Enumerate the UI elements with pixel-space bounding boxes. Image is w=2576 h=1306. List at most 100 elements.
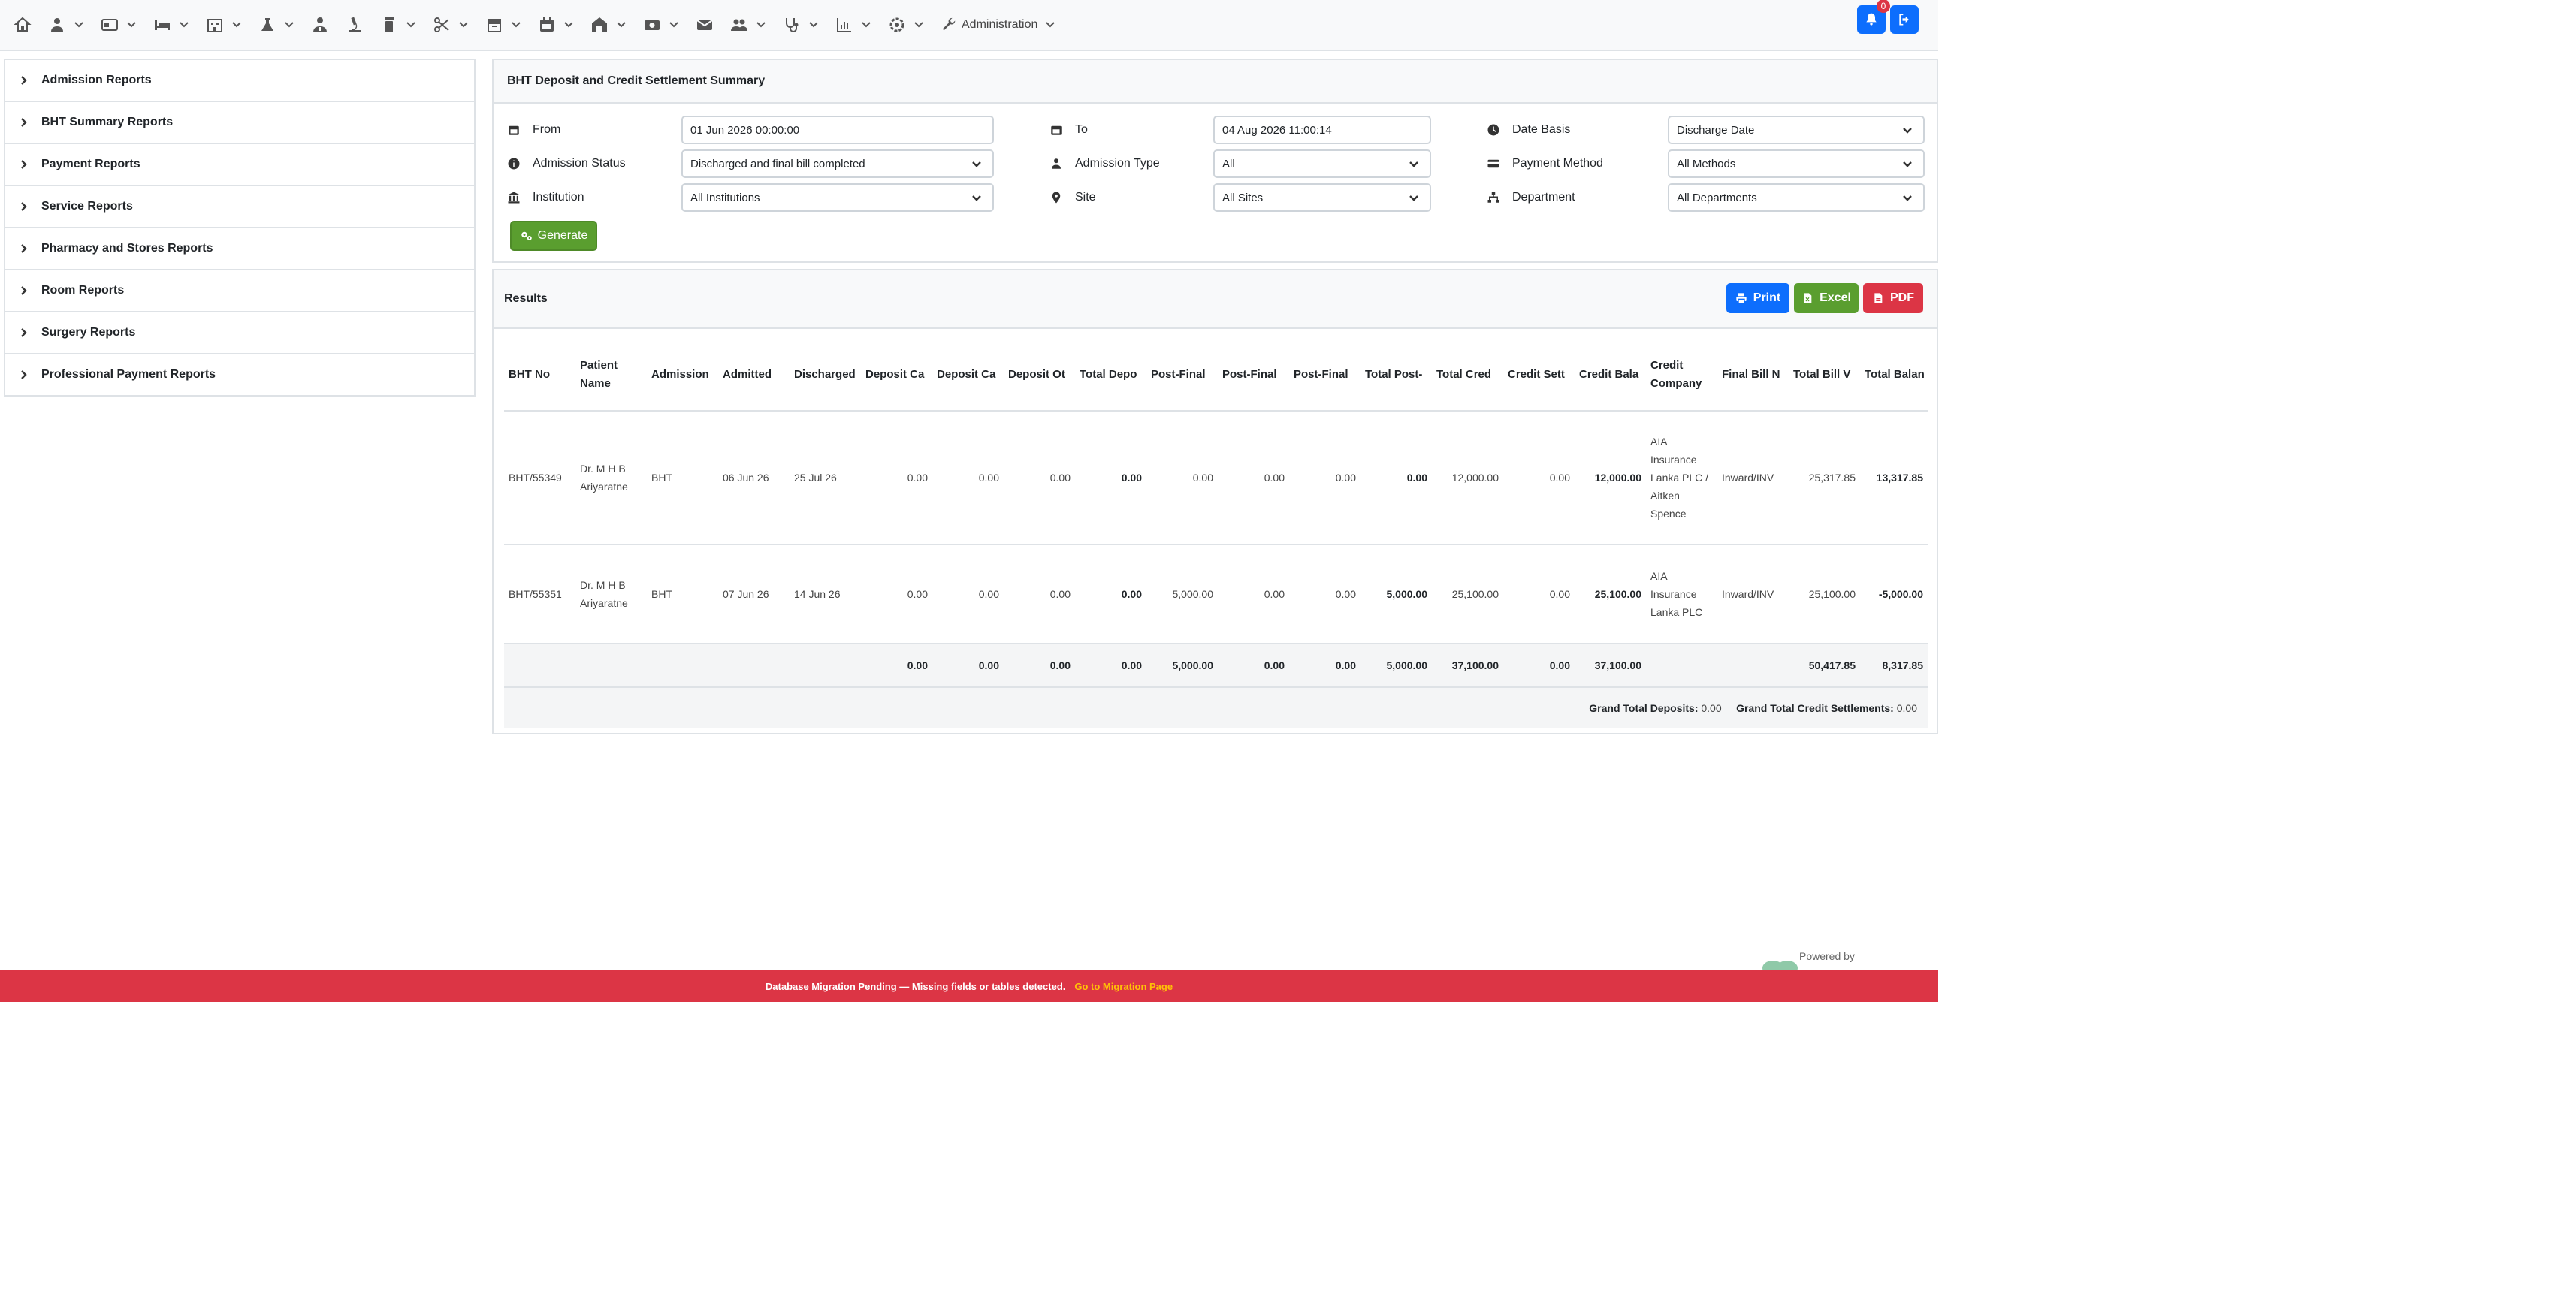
patient-name-cell: Dr. M H B Ariyaratne bbox=[575, 411, 647, 545]
chevron-right-icon bbox=[21, 286, 27, 295]
payment-method-select[interactable]: All Methods bbox=[1668, 149, 1925, 178]
grand-total-deposits-value: 0.00 bbox=[1701, 702, 1722, 714]
patient-menu[interactable] bbox=[48, 16, 84, 34]
chevron-right-icon bbox=[21, 244, 27, 253]
sidebar-item-professional-payment-reports[interactable]: Professional Payment Reports bbox=[5, 354, 474, 395]
discharged-cell: 25 Jul 26 bbox=[790, 411, 861, 545]
lab-menu[interactable] bbox=[258, 16, 294, 34]
chevron-right-icon bbox=[21, 160, 27, 169]
value-cell: 0.00 bbox=[932, 411, 1004, 545]
total-balance-cell: -5,000.00 bbox=[1860, 544, 1928, 644]
column-header: Final Bill N bbox=[1717, 339, 1789, 412]
total-cell: 8,317.85 bbox=[1860, 644, 1928, 688]
bed-menu[interactable] bbox=[153, 16, 189, 34]
clinical-menu[interactable] bbox=[783, 16, 819, 34]
institution-icon bbox=[508, 192, 520, 204]
chevron-down-icon bbox=[669, 22, 678, 28]
value-cell: 25,100.00 bbox=[1789, 544, 1860, 644]
inventory-icon bbox=[592, 17, 607, 32]
sidebar-item-label: BHT Summary Reports bbox=[41, 116, 174, 128]
notifications-button[interactable]: 0 bbox=[1857, 0, 1890, 34]
pdf-button[interactable]: PDF bbox=[1863, 283, 1923, 313]
column-header: Deposit Ca bbox=[932, 339, 1004, 412]
column-header: Deposit Ca bbox=[861, 339, 932, 412]
chevron-right-icon bbox=[21, 370, 27, 379]
site-select[interactable]: All Sites bbox=[1213, 183, 1431, 212]
sidebar-item-bht-summary-reports[interactable]: BHT Summary Reports bbox=[5, 102, 474, 144]
migration-page-link[interactable]: Go to Migration Page bbox=[1074, 981, 1173, 992]
sidebar-item-service-reports[interactable]: Service Reports bbox=[5, 186, 474, 228]
admission-status-select[interactable]: Discharged and final bill completed bbox=[681, 149, 994, 178]
totals-row: 0.00 0.00 0.00 0.00 5,000.00 0.00 0.00 5… bbox=[504, 644, 1928, 688]
credit-company-cell: AIA Insurance Lanka PLC bbox=[1646, 544, 1717, 644]
sidebar-item-surgery-reports[interactable]: Surgery Reports bbox=[5, 312, 474, 354]
staff-menu[interactable] bbox=[730, 16, 766, 34]
doctor-icon[interactable] bbox=[311, 16, 329, 34]
calendar-icon bbox=[1051, 125, 1062, 135]
store-menu[interactable] bbox=[485, 16, 521, 34]
sidebar-item-label: Professional Payment Reports bbox=[41, 368, 216, 381]
chevron-down-icon bbox=[1903, 128, 1912, 134]
hospital-icon bbox=[207, 19, 222, 32]
date-basis-select[interactable]: Discharge Date bbox=[1668, 116, 1925, 144]
total-cell: 0.00 bbox=[861, 644, 932, 688]
pharmacy-menu[interactable] bbox=[380, 16, 416, 34]
wrench-icon bbox=[942, 17, 956, 31]
sidebar-item-admission-reports[interactable]: Admission Reports bbox=[5, 60, 474, 102]
surgery-menu[interactable] bbox=[433, 16, 469, 34]
settings-menu[interactable] bbox=[888, 16, 924, 34]
store-icon bbox=[488, 19, 501, 32]
total-cell: 5,000.00 bbox=[1360, 644, 1432, 688]
chevron-down-icon bbox=[564, 22, 573, 28]
grand-total-credit-label: Grand Total Credit Settlements: bbox=[1736, 702, 1894, 714]
from-date-input[interactable]: 01 Jun 2026 00:00:00 bbox=[681, 116, 994, 144]
banner-text: Database Migration Pending — Missing fie… bbox=[765, 980, 1066, 992]
to-date-input[interactable]: 04 Aug 2026 11:00:14 bbox=[1213, 116, 1431, 144]
sidebar-item-label: Admission Reports bbox=[41, 74, 152, 86]
chevron-down-icon bbox=[914, 22, 923, 28]
value-cell: 5,000.00 bbox=[1146, 544, 1218, 644]
notification-count-badge: 0 bbox=[1877, 0, 1890, 13]
calendar-menu[interactable] bbox=[538, 16, 574, 34]
value-cell: 0.00 bbox=[1289, 411, 1360, 545]
credit-card-icon bbox=[1487, 159, 1499, 168]
billing-menu[interactable] bbox=[101, 16, 137, 34]
clock-icon bbox=[1487, 124, 1499, 136]
sidebar-item-room-reports[interactable]: Room Reports bbox=[5, 270, 474, 312]
cash-menu[interactable] bbox=[643, 16, 679, 34]
grand-total-credit-value: 0.00 bbox=[1896, 702, 1917, 714]
department-select[interactable]: All Departments bbox=[1668, 183, 1925, 212]
hospital-menu[interactable] bbox=[206, 16, 242, 34]
date-basis-label: Date Basis bbox=[1487, 123, 1570, 137]
chart-icon bbox=[837, 18, 851, 32]
logout-button[interactable] bbox=[1890, 5, 1919, 34]
column-header: Patient Name bbox=[575, 339, 647, 412]
results-table: BHT No Patient Name Admission Admitted D… bbox=[504, 339, 1928, 728]
admission-type-select[interactable]: All bbox=[1213, 149, 1431, 178]
value-cell: 25,317.85 bbox=[1789, 411, 1860, 545]
administration-menu[interactable]: Administration bbox=[941, 17, 1060, 33]
microscope-icon[interactable] bbox=[346, 16, 364, 34]
chevron-down-icon bbox=[232, 22, 241, 28]
chevron-right-icon bbox=[21, 202, 27, 211]
institution-select[interactable]: All Institutions bbox=[681, 183, 994, 212]
column-header: Post-Final bbox=[1146, 339, 1218, 412]
value-cell: 0.00 bbox=[1503, 411, 1575, 545]
total-cell: 0.00 bbox=[1289, 644, 1360, 688]
sidebar-item-pharmacy-stores-reports[interactable]: Pharmacy and Stores Reports bbox=[5, 228, 474, 270]
cash-icon bbox=[645, 20, 660, 30]
sidebar-item-payment-reports[interactable]: Payment Reports bbox=[5, 144, 474, 186]
column-header: Post-Final bbox=[1218, 339, 1289, 412]
inventory-menu[interactable] bbox=[590, 16, 627, 34]
print-button[interactable]: Print bbox=[1726, 283, 1789, 313]
excel-file-icon bbox=[1804, 293, 1812, 303]
sidebar-item-label: Pharmacy and Stores Reports bbox=[41, 242, 213, 255]
reports-menu[interactable] bbox=[835, 16, 871, 34]
generate-button[interactable]: Generate bbox=[510, 221, 597, 251]
mail-icon[interactable] bbox=[696, 16, 714, 34]
total-cell: 5,000.00 bbox=[1146, 644, 1218, 688]
total-balance-cell: 13,317.85 bbox=[1860, 411, 1928, 545]
excel-button[interactable]: Excel bbox=[1794, 283, 1859, 313]
patient-icon bbox=[51, 18, 63, 32]
home-icon[interactable] bbox=[14, 16, 32, 34]
